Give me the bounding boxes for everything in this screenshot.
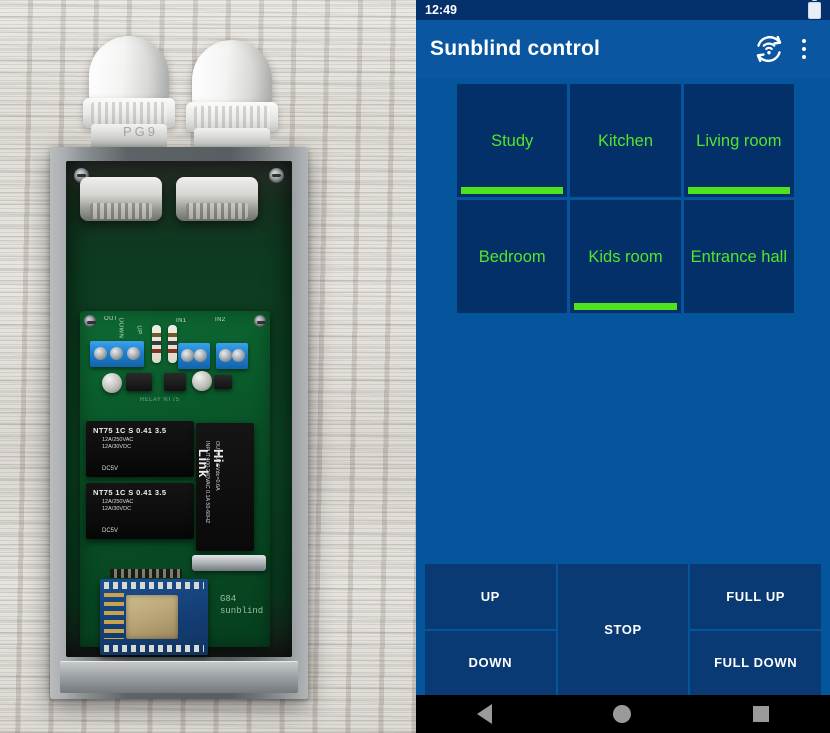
silk-in2: IN2	[215, 317, 226, 323]
optocoupler-2	[164, 373, 186, 391]
hilink-output: OUTPUT:5Vdc=0.6A	[214, 441, 220, 491]
terminal-block-in2	[216, 343, 248, 369]
room-active-indicator	[574, 303, 677, 310]
app-content: Study Kitchen Living room Bedroom Kids r…	[416, 78, 830, 695]
inner-gland-left	[80, 177, 162, 221]
silk-up: UP	[135, 325, 142, 335]
aluminium-enclosure: OUT IN1 IN2 DOWN UP RELAY NT75 NT75 1C S…	[50, 147, 308, 699]
pcb-screw-right	[254, 315, 266, 327]
relay-1-coil: DC5V	[102, 466, 119, 472]
optocoupler-1	[126, 373, 152, 391]
battery-icon	[808, 0, 821, 19]
resistor-2	[168, 325, 177, 363]
esp-pins-top	[104, 582, 204, 589]
enclosure-cavity: OUT IN1 IN2 DOWN UP RELAY NT75 NT75 1C S…	[66, 161, 292, 657]
room-tile-kitchen[interactable]: Kitchen	[570, 84, 681, 197]
pcb-silkscreen-label: G84 sunblind	[220, 594, 264, 616]
composite-image: PG9 OUT IN1 IN2 DOWN UP RELAY NT75 NT75 …	[0, 0, 830, 733]
room-tile-kids-room[interactable]: Kids room	[570, 200, 681, 313]
screw-top-right	[269, 168, 284, 183]
hardware-photo: PG9 OUT IN1 IN2 DOWN UP RELAY NT75 NT75 …	[0, 0, 416, 733]
gland-marking: PG9	[123, 124, 159, 139]
fuse-holder	[192, 555, 266, 571]
android-app-screenshot: 12:49 Sunblind control Study Kitchen Liv…	[416, 0, 830, 733]
silk-out: OUT	[104, 316, 118, 322]
relay-2: NT75 1C S 0.41 3.5 12A/250VAC 12A/30VDC D…	[86, 483, 194, 539]
room-tile-study[interactable]: Study	[457, 84, 568, 197]
status-bar: 12:49	[416, 0, 830, 20]
room-label: Entrance hall	[690, 247, 787, 266]
diode-block	[214, 375, 232, 389]
inner-gland-right	[176, 177, 258, 221]
room-label: Kitchen	[597, 131, 654, 150]
relay-1: NT75 1C S 0.41 3.5 12A/250VAC 12A/30VDC D…	[86, 421, 194, 477]
control-panel: UP DOWN STOP FULL UP FULL DOWN	[425, 564, 821, 695]
page-title: Sunblind control	[430, 37, 601, 60]
pcb-screw-left	[84, 315, 96, 327]
pin-header-top	[110, 569, 182, 578]
esp-pins-bottom	[104, 645, 204, 652]
relay-2-coil: DC5V	[102, 528, 119, 534]
room-label: Living room	[696, 131, 782, 150]
room-label: Study	[491, 131, 534, 150]
capacitor-1	[102, 373, 122, 393]
room-label: Bedroom	[478, 247, 546, 266]
controller-pcb: OUT IN1 IN2 DOWN UP RELAY NT75 NT75 1C S…	[80, 311, 270, 655]
home-icon[interactable]	[613, 705, 632, 723]
pcb-antenna	[104, 593, 124, 639]
wifi-sync-icon[interactable]	[752, 32, 786, 66]
back-icon[interactable]	[476, 704, 492, 724]
android-navigation-bar	[416, 695, 830, 733]
control-column-left: UP DOWN	[425, 564, 556, 695]
room-grid: Study Kitchen Living room Bedroom Kids r…	[457, 84, 794, 313]
silk-down: DOWN	[117, 317, 124, 339]
resistor-1	[152, 325, 161, 363]
esp8266-module	[100, 579, 208, 655]
room-active-indicator	[687, 187, 790, 194]
control-column-right: FULL UP FULL DOWN	[690, 564, 821, 695]
terminal-block-in1	[178, 343, 210, 369]
enclosure-bottom-lip	[60, 661, 298, 693]
capacitor-2	[192, 371, 212, 391]
full-down-button[interactable]: FULL DOWN	[690, 630, 821, 695]
up-button[interactable]: UP	[425, 564, 556, 629]
relay-2-model: NT75 1C S 0.41 3.5	[93, 488, 167, 497]
relay-1-ratings: 12A/250VAC 12A/30VDC	[102, 437, 134, 450]
esp-shield-can	[126, 595, 178, 639]
hilink-brand: Hi-Link	[196, 449, 226, 478]
terminal-block-out	[90, 341, 144, 367]
status-bar-clock: 12:49	[425, 3, 457, 17]
cable-gland-right	[184, 40, 280, 156]
room-tile-living-room[interactable]: Living room	[683, 84, 794, 197]
silk-in1: IN1	[176, 318, 187, 324]
recents-icon[interactable]	[753, 706, 770, 722]
room-tile-bedroom[interactable]: Bedroom	[457, 200, 568, 313]
room-label: Kids room	[588, 247, 663, 266]
down-button[interactable]: DOWN	[425, 630, 556, 695]
silk-relay-hint: RELAY NT75	[140, 397, 180, 403]
relay-1-model: NT75 1C S 0.41 3.5	[93, 426, 167, 435]
app-bar: Sunblind control	[416, 20, 830, 78]
room-tile-entrance-hall[interactable]: Entrance hall	[683, 200, 794, 313]
overflow-menu-icon[interactable]	[792, 35, 816, 63]
full-up-button[interactable]: FULL UP	[690, 564, 821, 629]
room-active-indicator	[461, 187, 564, 194]
stop-button[interactable]: STOP	[557, 564, 689, 695]
relay-2-ratings: 12A/250VAC 12A/30VDC	[102, 499, 134, 512]
hilink-power-module: Hi-Link INPUT:100-240VAC 0.1A 50-60HZ OU…	[196, 423, 254, 551]
hilink-input: INPUT:100-240VAC 0.1A 50-60HZ	[204, 441, 210, 524]
